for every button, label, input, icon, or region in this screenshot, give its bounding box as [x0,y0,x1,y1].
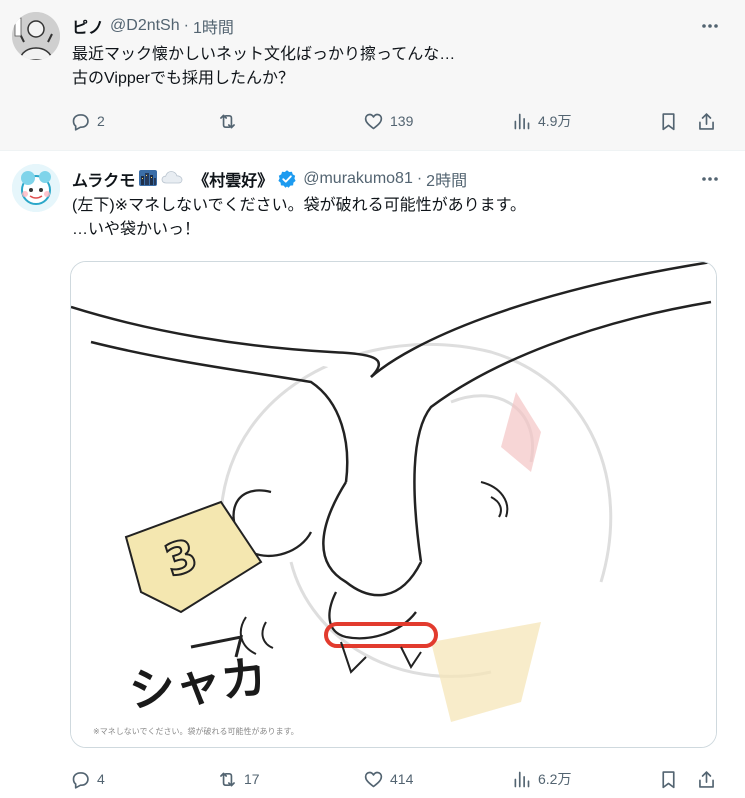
reply-icon [72,771,89,789]
repost-button[interactable]: 17 [217,767,260,791]
cityscape-icon [138,167,158,192]
like-button[interactable]: 414 [363,767,413,791]
image-caption: ※マネしないでください。袋が破れる可能性があります。 [93,726,299,736]
avatar[interactable] [12,164,60,212]
repost-button[interactable] [217,109,244,133]
tweet-text: 最近マック懐かしいネット文化ばっかり擦ってんな… 古のVipperでも採用したん… [72,43,455,91]
reply-button[interactable]: 2 [70,109,105,133]
share-button[interactable] [696,109,717,133]
more-icon[interactable] [699,169,721,189]
reply-count: 4 [97,771,105,787]
avatar[interactable] [12,12,60,60]
tweet-header: ムラクモ 《村雲好》 @murakumo81 · 2時間 [72,167,467,191]
repost-icon [220,114,235,128]
display-name[interactable]: ムラクモ [72,167,135,191]
tweet-text-line: (左下)※マネしないでください。袋が破れる可能性があります。 [72,197,526,214]
action-bar: 4 17 414 6.2万 [70,767,720,791]
action-bar: 2 139 4.9万 [70,109,720,133]
reply-count: 2 [97,113,105,129]
views-button[interactable]: 6.2万 [511,767,571,791]
tweet-1[interactable]: ピノ @D2ntSh · 1時間 最近マック懐かしいネット文化ばっかり擦ってんな… [0,0,745,150]
reply-button[interactable]: 4 [70,767,105,791]
bookmark-icon [662,770,675,788]
separator: · [416,170,423,187]
share-icon [699,112,714,130]
like-count: 139 [390,113,414,129]
heart-icon [364,113,383,129]
tweet-header: ピノ @D2ntSh · 1時間 [72,14,234,38]
tweet-text-line: …いや袋かいっ！ [72,221,201,238]
tweet-text: (左下)※マネしないでください。袋が破れる可能性があります。 …いや袋かいっ！ [72,194,526,242]
share-icon [699,770,714,788]
views-chart-icon [514,771,530,787]
bookmark-button[interactable] [658,767,679,791]
share-button[interactable] [696,767,717,791]
like-button[interactable]: 139 [363,109,413,133]
like-count: 414 [390,771,414,787]
verified-badge-icon[interactable] [277,169,297,189]
more-icon[interactable] [699,16,721,36]
display-name[interactable]: ピノ [72,14,104,38]
tweet-text-line: 古のVipperでも採用したんか？ [72,70,294,87]
user-handle[interactable]: @D2ntSh [110,17,180,35]
timestamp[interactable]: 1時間 [193,14,234,38]
timestamp[interactable]: 2時間 [426,167,467,191]
reply-icon [72,113,89,131]
bookmark-icon [662,112,675,130]
heart-icon [364,771,383,787]
tweet-text-line: 最近マック懐かしいネット文化ばっかり擦ってんな… [72,46,456,63]
repost-count: 17 [244,771,260,787]
tweet-2[interactable]: ムラクモ 《村雲好》 @murakumo81 · 2時間 (左下)※マネしないで… [0,150,745,798]
cloud-icon [161,168,183,191]
user-handle[interactable]: @murakumo81 [303,170,413,188]
view-count: 4.9万 [538,113,572,129]
display-name-suffix[interactable]: 《村雲好》 [193,167,273,191]
views-chart-icon [514,113,530,129]
view-count: 6.2万 [538,771,572,787]
views-button[interactable]: 4.9万 [511,109,571,133]
illustration-image: 3 シャカ ※マネしないでください。袋が破れる可能性があります。 [71,262,716,747]
separator: · [183,17,189,34]
repost-icon [220,772,235,786]
tweet-media-image[interactable]: 3 シャカ ※マネしないでください。袋が破れる可能性があります。 [70,261,717,748]
bookmark-button[interactable] [658,109,679,133]
